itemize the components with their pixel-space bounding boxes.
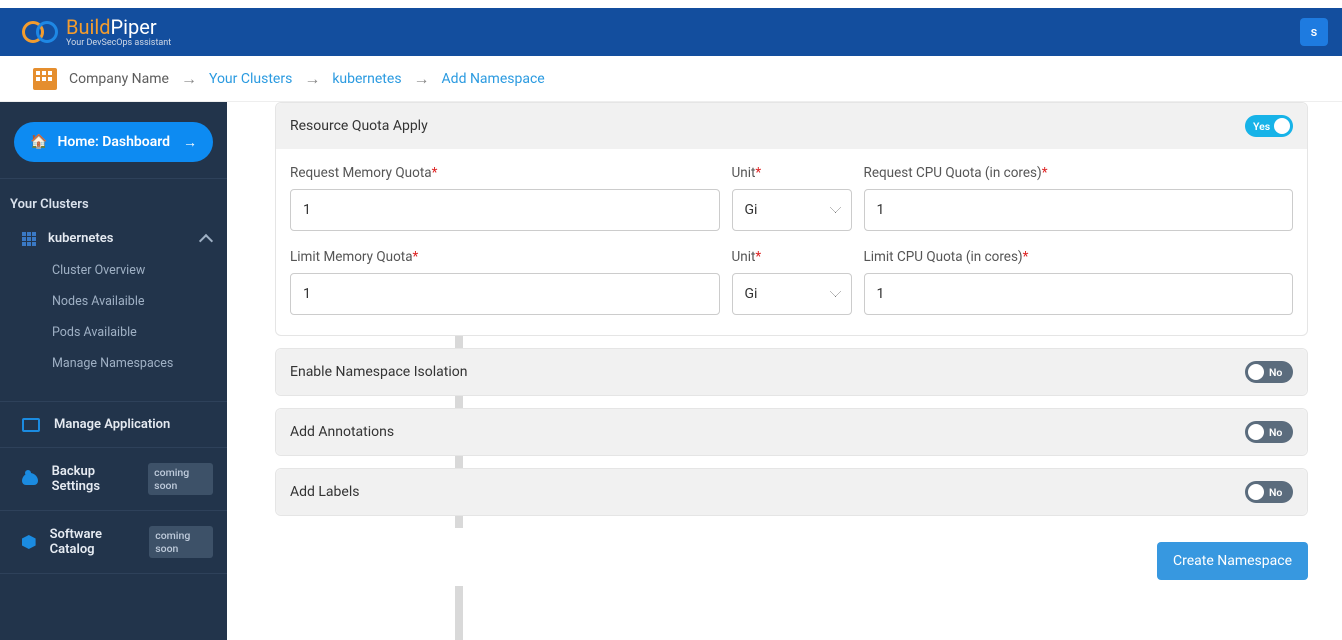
card-title: Add Labels — [290, 484, 359, 500]
logo-icon — [22, 19, 60, 45]
toggle-resource-quota[interactable]: Yes — [1245, 115, 1293, 137]
nav-label: Manage Application — [54, 417, 170, 432]
label-unit: Unit — [732, 165, 756, 181]
toggle-label: Yes — [1253, 120, 1270, 133]
annotations-card: Add Annotations No — [275, 408, 1308, 456]
nav-label: Software Catalog — [50, 527, 136, 557]
home-icon: 🏠 — [30, 134, 47, 150]
label-req-cpu: Request CPU Quota (in cores) — [864, 165, 1042, 181]
crumb-page[interactable]: Add Namespace — [442, 71, 545, 87]
brand-b: Piper — [111, 15, 157, 39]
sidebar-item-nodes[interactable]: Nodes Availaible — [52, 286, 227, 317]
arrow-icon: → — [181, 69, 197, 89]
brand-tag: Your DevSecOps assistant — [66, 39, 171, 48]
sidebar-item-more[interactable] — [0, 573, 227, 604]
nav-label: Backup Settings — [52, 464, 135, 494]
card-title: Resource Quota Apply — [290, 118, 428, 134]
toggle-labels[interactable]: No — [1245, 481, 1293, 503]
cluster-label: kubernetes — [48, 231, 113, 246]
sidebar-item-pods[interactable]: Pods Availaible — [52, 317, 227, 348]
company-icon — [33, 68, 57, 90]
chevron-up-icon — [199, 232, 213, 246]
input-req-cpu[interactable] — [864, 189, 1294, 231]
toggle-label: No — [1269, 426, 1282, 439]
sidebar-item-overview[interactable]: Cluster Overview — [52, 255, 227, 286]
main-content: Resource Quota Apply Yes Request Memory … — [227, 102, 1342, 640]
grid-icon — [22, 232, 36, 246]
logo[interactable]: BuildPiper Your DevSecOps assistant — [22, 17, 171, 48]
toggle-annotations[interactable]: No — [1245, 421, 1293, 443]
arrow-icon: → — [414, 69, 430, 89]
cloud-icon — [22, 473, 38, 485]
monitor-icon — [22, 418, 40, 432]
sidebar-section-clusters: Your Clusters — [0, 191, 227, 222]
crumb-clusters[interactable]: Your Clusters — [209, 71, 292, 87]
crumb-cluster[interactable]: kubernetes — [332, 71, 401, 87]
toggle-label: No — [1269, 366, 1282, 379]
label-unit2: Unit — [732, 249, 756, 265]
home-button[interactable]: 🏠 Home: Dashboard → — [14, 122, 213, 162]
labels-card: Add Labels No — [275, 468, 1308, 516]
sidebar-item-backup[interactable]: Backup Settings coming soon — [0, 447, 227, 510]
crumb-company: Company Name — [69, 71, 169, 87]
sidebar-item-manage-app[interactable]: Manage Application — [0, 401, 227, 447]
label-lim-mem: Limit Memory Quota — [290, 249, 413, 265]
user-avatar[interactable]: s — [1300, 18, 1328, 46]
select-unit-lim[interactable]: Gi — [732, 273, 852, 315]
toggle-label: No — [1269, 486, 1282, 499]
app-header: BuildPiper Your DevSecOps assistant s — [0, 8, 1342, 56]
select-unit-req[interactable]: Gi — [732, 189, 852, 231]
sidebar-item-catalog[interactable]: Software Catalog coming soon — [0, 510, 227, 573]
label-req-mem: Request Memory Quota — [290, 165, 432, 181]
sidebar-item-kubernetes[interactable]: kubernetes — [0, 222, 227, 255]
coming-soon-badge: coming soon — [149, 526, 213, 558]
isolation-card: Enable Namespace Isolation No — [275, 348, 1308, 396]
coming-soon-badge: coming soon — [148, 463, 213, 495]
brand-a: Build — [66, 15, 111, 39]
input-req-mem[interactable] — [290, 189, 720, 231]
card-title: Enable Namespace Isolation — [290, 364, 467, 380]
arrow-icon: → — [304, 69, 320, 89]
card-title: Add Annotations — [290, 424, 394, 440]
label-lim-cpu: Limit CPU Quota (in cores) — [864, 249, 1023, 265]
home-label: Home: Dashboard — [57, 134, 170, 150]
resource-quota-card: Resource Quota Apply Yes Request Memory … — [275, 102, 1308, 336]
input-lim-cpu[interactable] — [864, 273, 1294, 315]
toggle-isolation[interactable]: No — [1245, 361, 1293, 383]
sidebar: 🏠 Home: Dashboard → Your Clusters kuberne… — [0, 102, 227, 640]
create-namespace-button[interactable]: Create Namespace — [1157, 542, 1308, 580]
box-icon — [22, 535, 36, 549]
breadcrumb: Company Name → Your Clusters → kubernete… — [0, 56, 1342, 102]
input-lim-mem[interactable] — [290, 273, 720, 315]
sidebar-item-namespaces[interactable]: Manage Namespaces — [52, 348, 227, 379]
arrow-right-icon: → — [183, 134, 197, 151]
